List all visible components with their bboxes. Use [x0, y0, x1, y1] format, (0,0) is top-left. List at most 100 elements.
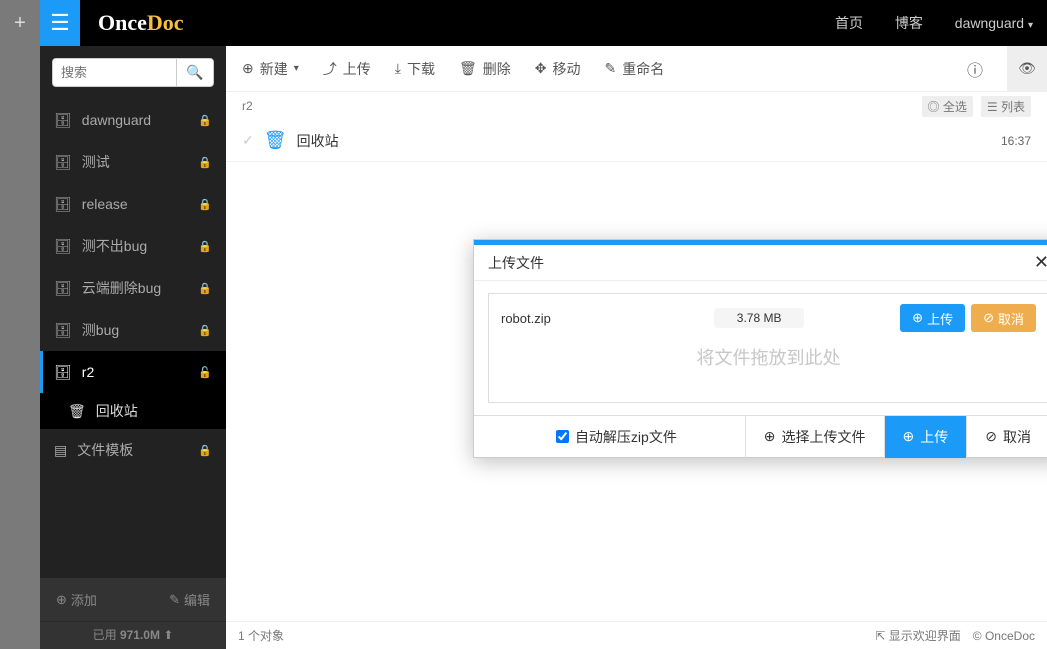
sidebar-subitem-0[interactable]: 🗑 回收站	[40, 393, 226, 429]
upload-dialog: 上传文件 ✕ robot.zip 3.78 MB ⊕ 上传 ⊘ 取消 将文件拖放…	[473, 239, 1047, 458]
list-icon: ☰	[987, 100, 998, 114]
sidebar-item-label: 测bug	[82, 320, 119, 340]
upload-icon: ⬆	[163, 628, 173, 642]
lock-icon: 🔒	[198, 198, 212, 211]
search-button[interactable]: 🔍	[176, 58, 214, 87]
sidebar-add-button[interactable]: ⊕ 添加	[56, 590, 97, 609]
copyright: © OnceDoc	[973, 629, 1035, 643]
nav-blog[interactable]: 博客	[881, 15, 937, 31]
lock-icon: 🔒	[198, 114, 212, 127]
chevron-down-icon: ▾	[1028, 20, 1033, 31]
upload-file-size: 3.78 MB	[714, 308, 804, 328]
lock-icon: 🔒	[198, 444, 212, 457]
sidebar-item-5[interactable]: 🗄 测bug 🔒	[40, 309, 226, 351]
file-name: 回收站	[297, 131, 339, 151]
ban-icon: ⊘	[985, 428, 997, 445]
file-time: 16:37	[1001, 134, 1031, 148]
select-all-button[interactable]: ◎ 全选	[922, 96, 973, 117]
check-icon: ✓	[242, 132, 254, 149]
sidebar-item-label: dawnguard	[82, 112, 151, 128]
briefcase-icon: 🗄	[54, 112, 72, 129]
ban-icon: ⊘	[983, 310, 994, 326]
edit-icon: ✎	[604, 60, 616, 77]
download-button[interactable]: ⤓ 下载	[395, 59, 435, 79]
file-upload-button[interactable]: ⊕ 上传	[900, 304, 965, 332]
lock-icon: 🔒	[198, 240, 212, 253]
sidebar-item-3[interactable]: 🗄 测不出bug 🔒	[40, 225, 226, 267]
sidebar-item-label: release	[82, 196, 128, 212]
briefcase-icon: 🗄	[54, 238, 72, 255]
rename-button[interactable]: ✎ 重命名	[604, 59, 664, 79]
briefcase-icon: 🗄	[54, 364, 72, 381]
sidebar-item-0[interactable]: 🗄 dawnguard 🔒	[40, 99, 226, 141]
sidebar-item-label: r2	[82, 364, 94, 380]
chevron-down-icon: ▾	[294, 63, 299, 74]
upload-circle-icon: ⊕	[912, 310, 923, 326]
drop-hint: 将文件拖放到此处	[489, 344, 1047, 370]
sidebar-item-label: 云端删除bug	[82, 278, 161, 298]
nav-user-menu[interactable]: dawnguard ▾	[941, 15, 1047, 31]
sidebar-item-label: 测试	[82, 152, 110, 172]
new-tab-button[interactable]: +	[0, 0, 40, 46]
select-file-button[interactable]: ⊕ 选择上传文件	[745, 416, 884, 458]
sidebar-item-4[interactable]: 🗄 云端删除bug 🔒	[40, 267, 226, 309]
auto-unzip-checkbox[interactable]: 自动解压zip文件	[538, 416, 695, 458]
plus-circle-icon: ⊕	[764, 428, 776, 445]
search-icon: 🔍	[186, 64, 203, 80]
unlock-icon: 🔓	[198, 366, 212, 379]
trash-icon: 🗑	[459, 60, 477, 77]
lock-icon: 🔒	[198, 156, 212, 169]
menu-toggle-button[interactable]: ☰	[40, 0, 80, 46]
dialog-title: 上传文件	[488, 253, 544, 273]
check-circle-icon: ◎	[928, 100, 940, 114]
new-button[interactable]: ⊕ 新建 ▾	[242, 59, 299, 79]
briefcase-icon: 🗄	[54, 196, 72, 213]
info-icon: ⓘ	[967, 57, 983, 81]
drop-area[interactable]: robot.zip 3.78 MB ⊕ 上传 ⊘ 取消 将文件拖放到此处	[488, 293, 1047, 403]
sidebar-item-label: 测不出bug	[82, 236, 147, 256]
trash-icon: 🗑	[68, 403, 86, 420]
search-input[interactable]	[52, 58, 176, 87]
status-count: 1 个对象	[238, 627, 284, 644]
document-icon: ▤	[54, 442, 67, 459]
sidebar-subitem-label: 回收站	[96, 401, 138, 421]
edit-icon: ✎	[169, 592, 180, 608]
sidebar-item-1[interactable]: 🗄 测试 🔒	[40, 141, 226, 183]
nav-home[interactable]: 首页	[821, 15, 877, 31]
upload-circle-icon: ⊕	[903, 428, 915, 445]
download-icon: ⤓	[395, 60, 401, 77]
briefcase-icon: 🗄	[54, 322, 72, 339]
plus-circle-icon: ⊕	[56, 592, 67, 608]
lock-icon: 🔒	[198, 282, 212, 295]
dialog-upload-button[interactable]: ⊕ 上传	[884, 416, 967, 458]
briefcase-icon: 🗄	[54, 280, 72, 297]
storage-usage: 已用 971.0M ⬆	[40, 622, 226, 649]
preview-toggle-button[interactable]: 👁	[1007, 46, 1047, 92]
upload-button[interactable]: ⤴ 上传	[323, 59, 371, 79]
close-icon: ✕	[1034, 252, 1047, 272]
lock-icon: 🔒	[198, 324, 212, 337]
sidebar-item-6[interactable]: 🗄 r2 🔓	[40, 351, 226, 393]
dialog-cancel-button[interactable]: ⊘ 取消	[966, 416, 1047, 458]
eye-icon: 👁	[1018, 60, 1036, 77]
upload-file-entry: robot.zip 3.78 MB ⊕ 上传 ⊘ 取消	[489, 294, 1047, 342]
sidebar-edit-button[interactable]: ✎ 编辑	[169, 590, 210, 609]
trash-icon: 🗑	[264, 130, 287, 151]
briefcase-icon: 🗄	[54, 154, 72, 171]
plus-circle-icon: ⊕	[242, 60, 254, 77]
file-row-recycle[interactable]: ✓ 🗑 回收站 16:37	[226, 120, 1047, 162]
close-button[interactable]: ✕	[1034, 252, 1047, 273]
logo: OnceDoc	[98, 10, 184, 36]
delete-button[interactable]: 🗑 删除	[459, 59, 511, 79]
upload-icon: ⤴	[323, 59, 337, 79]
breadcrumb[interactable]: r2	[242, 99, 253, 113]
info-button[interactable]: ⓘ	[967, 57, 983, 81]
sidebar-item-7[interactable]: ▤文件模板🔒	[40, 429, 226, 471]
upload-file-name: robot.zip	[501, 311, 714, 326]
file-cancel-button[interactable]: ⊘ 取消	[971, 304, 1036, 332]
move-icon: ✥	[535, 60, 547, 77]
move-button[interactable]: ✥ 移动	[535, 59, 581, 79]
welcome-link[interactable]: ⇱ 显示欢迎界面	[875, 627, 960, 644]
view-list-button[interactable]: ☰ 列表	[981, 96, 1031, 117]
sidebar-item-2[interactable]: 🗄 release 🔒	[40, 183, 226, 225]
